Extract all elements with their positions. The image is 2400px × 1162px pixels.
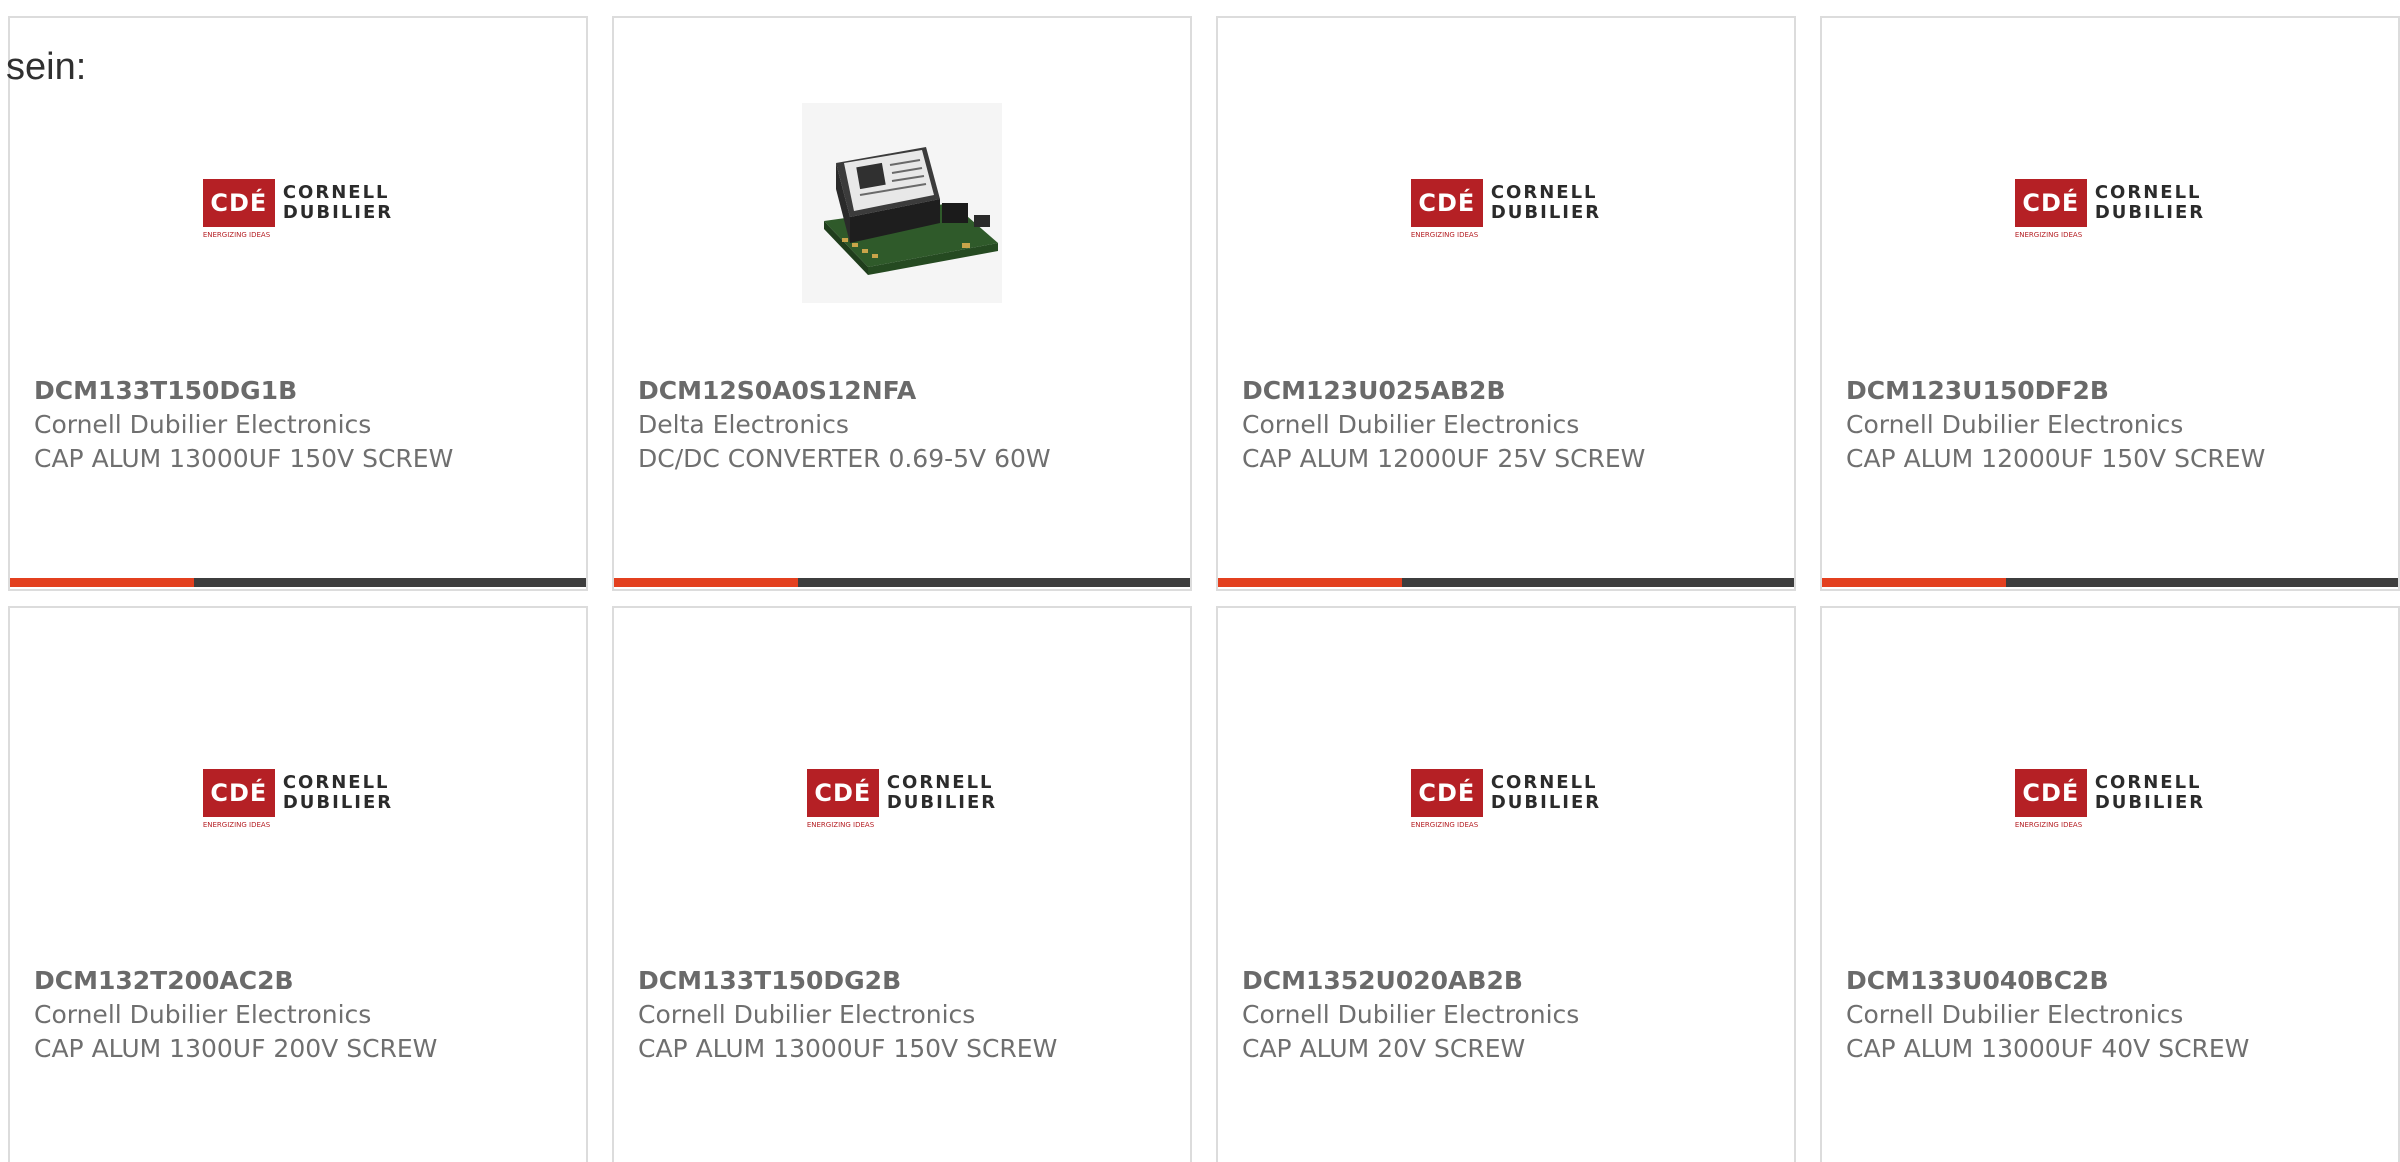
carousel-progress-bar [10,578,586,587]
manufacturer-name: Cornell Dubilier Electronics [1846,1000,2184,1029]
cornell-dubilier-logo: CDÉ ENERGIZING IDEAS CORNELL DUBILIER [1410,769,1601,829]
part-number-link[interactable]: DCM123U025AB2B [1242,374,1778,408]
part-number-link[interactable]: DCM133T150DG1B [34,374,570,408]
product-description: CAP ALUM 12000UF 150V SCREW [1846,444,2266,473]
part-number-link[interactable]: DCM132T200AC2B [34,964,570,998]
cornell-dubilier-logo: CDÉ ENERGIZING IDEAS CORNELL DUBILIER [2014,769,2205,829]
cornell-dubilier-logo: CDÉ ENERGIZING IDEAS CORNELL DUBILIER [202,769,393,829]
product-description: CAP ALUM 20V SCREW [1242,1034,1526,1063]
manufacturer-name: Cornell Dubilier Electronics [34,410,372,439]
product-image[interactable]: CDÉ ENERGIZING IDEAS CORNELL DUBILIER [1822,688,2398,898]
cornell-dubilier-logo: CDÉ ENERGIZING IDEAS CORNELL DUBILIER [202,179,393,239]
carousel-progress-bar [614,578,1190,587]
cornell-dubilier-logo: CDÉ ENERGIZING IDEAS CORNELL DUBILIER [806,769,997,829]
product-description: CAP ALUM 1300UF 200V SCREW [34,1034,438,1063]
product-card[interactable]: CDÉ ENERGIZING IDEAS CORNELL DUBILIER DCM1… [1216,16,1796,591]
part-number-link[interactable]: DCM133T150DG2B [638,964,1174,998]
dc-dc-converter-module-photo [802,103,1002,303]
product-description: CAP ALUM 13000UF 40V SCREW [1846,1034,2250,1063]
product-description: DC/DC CONVERTER 0.69-5V 60W [638,444,1051,473]
product-image[interactable]: CDÉ ENERGIZING IDEAS CORNELL DUBILIER [1218,688,1794,898]
product-image[interactable]: CDÉ ENERGIZING IDEAS CORNELL DUBILIER [10,98,586,308]
product-image[interactable]: CDÉ ENERGIZING IDEAS CORNELL DUBILIER [1822,98,2398,308]
carousel-progress-fill [10,578,195,587]
carousel-progress-fill [1822,578,2007,587]
part-number-link[interactable]: DCM12S0A0S12NFA [638,374,1174,408]
product-card[interactable]: CDÉ ENERGIZING IDEAS CORNELL DUBILIER DCM1… [8,16,588,591]
part-number-link[interactable]: DCM1352U020AB2B [1242,964,1778,998]
part-number-link[interactable]: DCM133U040BC2B [1846,964,2382,998]
manufacturer-name: Cornell Dubilier Electronics [1846,410,2184,439]
cornell-dubilier-logo: CDÉ ENERGIZING IDEAS CORNELL DUBILIER [2014,179,2205,239]
product-card[interactable]: CDÉ ENERGIZING IDEAS CORNELL DUBILIER DCM1… [1820,606,2400,1162]
product-carousel-page: CDÉ ENERGIZING IDEAS CORNELL DUBILIER DCM1… [0,0,2400,1162]
product-card[interactable]: CDÉ ENERGIZING IDEAS CORNELL DUBILIER DCM1… [612,606,1192,1162]
manufacturer-name: Cornell Dubilier Electronics [34,1000,372,1029]
product-card[interactable]: CDÉ ENERGIZING IDEAS CORNELL DUBILIER DCM1… [1216,606,1796,1162]
manufacturer-name: Cornell Dubilier Electronics [1242,1000,1580,1029]
manufacturer-name: Cornell Dubilier Electronics [1242,410,1580,439]
intro-text: sein: [6,46,87,88]
product-image[interactable]: CDÉ ENERGIZING IDEAS CORNELL DUBILIER [10,688,586,898]
product-card[interactable]: DCM12S0A0S12NFA Delta Electronics DC/DC … [612,16,1192,591]
product-image[interactable] [614,98,1190,308]
product-card[interactable]: CDÉ ENERGIZING IDEAS CORNELL DUBILIER DCM1… [1820,16,2400,591]
product-image[interactable]: CDÉ ENERGIZING IDEAS CORNELL DUBILIER [1218,98,1794,308]
manufacturer-name: Cornell Dubilier Electronics [638,1000,976,1029]
product-image[interactable]: CDÉ ENERGIZING IDEAS CORNELL DUBILIER [614,688,1190,898]
product-card[interactable]: CDÉ ENERGIZING IDEAS CORNELL DUBILIER DCM1… [8,606,588,1162]
carousel-progress-bar [1218,578,1794,587]
cornell-dubilier-logo: CDÉ ENERGIZING IDEAS CORNELL DUBILIER [1410,179,1601,239]
manufacturer-name: Delta Electronics [638,410,849,439]
product-description: CAP ALUM 12000UF 25V SCREW [1242,444,1646,473]
part-number-link[interactable]: DCM123U150DF2B [1846,374,2382,408]
carousel-progress-bar [1822,578,2398,587]
product-description: CAP ALUM 13000UF 150V SCREW [638,1034,1058,1063]
carousel-progress-fill [614,578,799,587]
product-description: CAP ALUM 13000UF 150V SCREW [34,444,454,473]
carousel-progress-fill [1218,578,1403,587]
